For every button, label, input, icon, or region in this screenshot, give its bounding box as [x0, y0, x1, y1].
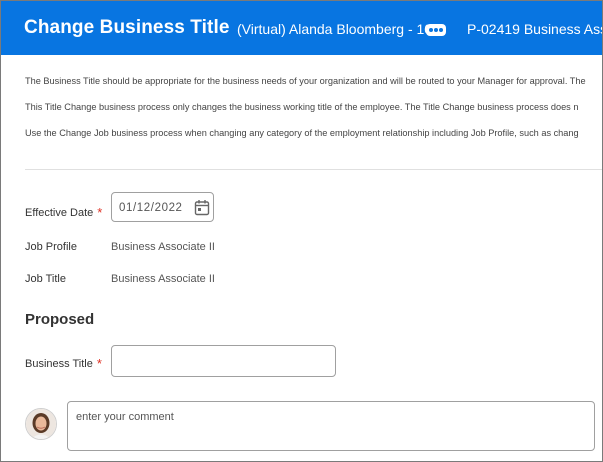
worker-name[interactable]: (Virtual) Alanda Bloomberg - 10 — [237, 21, 432, 37]
proposed-heading: Proposed — [25, 311, 95, 328]
job-profile-label: Job Profile — [25, 241, 77, 253]
user-avatar — [25, 408, 57, 440]
effective-date-label: Effective Date * — [25, 205, 103, 220]
business-title-input[interactable] — [111, 345, 336, 377]
business-title-label: Business Title * — [25, 356, 102, 371]
instruction-line: This Title Change business process only … — [25, 102, 579, 112]
instruction-line: The Business Title should be appropriate… — [25, 76, 586, 86]
job-title-value: Business Associate II — [111, 273, 215, 285]
comment-placeholder: enter your comment — [76, 411, 174, 423]
task-window: Change Business Title (Virtual) Alanda B… — [0, 0, 603, 462]
page-header: Change Business Title (Virtual) Alanda B… — [1, 1, 602, 55]
position-name[interactable]: P-02419 Business Associate II — [467, 21, 602, 37]
page-title: Change Business Title — [24, 17, 230, 38]
more-horizontal-icon[interactable] — [426, 24, 446, 36]
instruction-line: Use the Change Job business process when… — [25, 128, 579, 138]
required-marker: * — [96, 356, 102, 371]
instructions-text: The Business Title should be appropriate… — [25, 76, 602, 154]
job-title-label: Job Title — [25, 273, 66, 285]
divider — [25, 169, 602, 170]
job-profile-value: Business Associate II — [111, 241, 215, 253]
effective-date-field[interactable]: 01/12/2022 — [111, 192, 214, 222]
comment-field[interactable]: enter your comment — [67, 401, 595, 451]
required-marker: * — [97, 205, 103, 220]
calendar-icon[interactable] — [194, 199, 210, 216]
effective-date-value[interactable]: 01/12/2022 — [119, 202, 183, 214]
